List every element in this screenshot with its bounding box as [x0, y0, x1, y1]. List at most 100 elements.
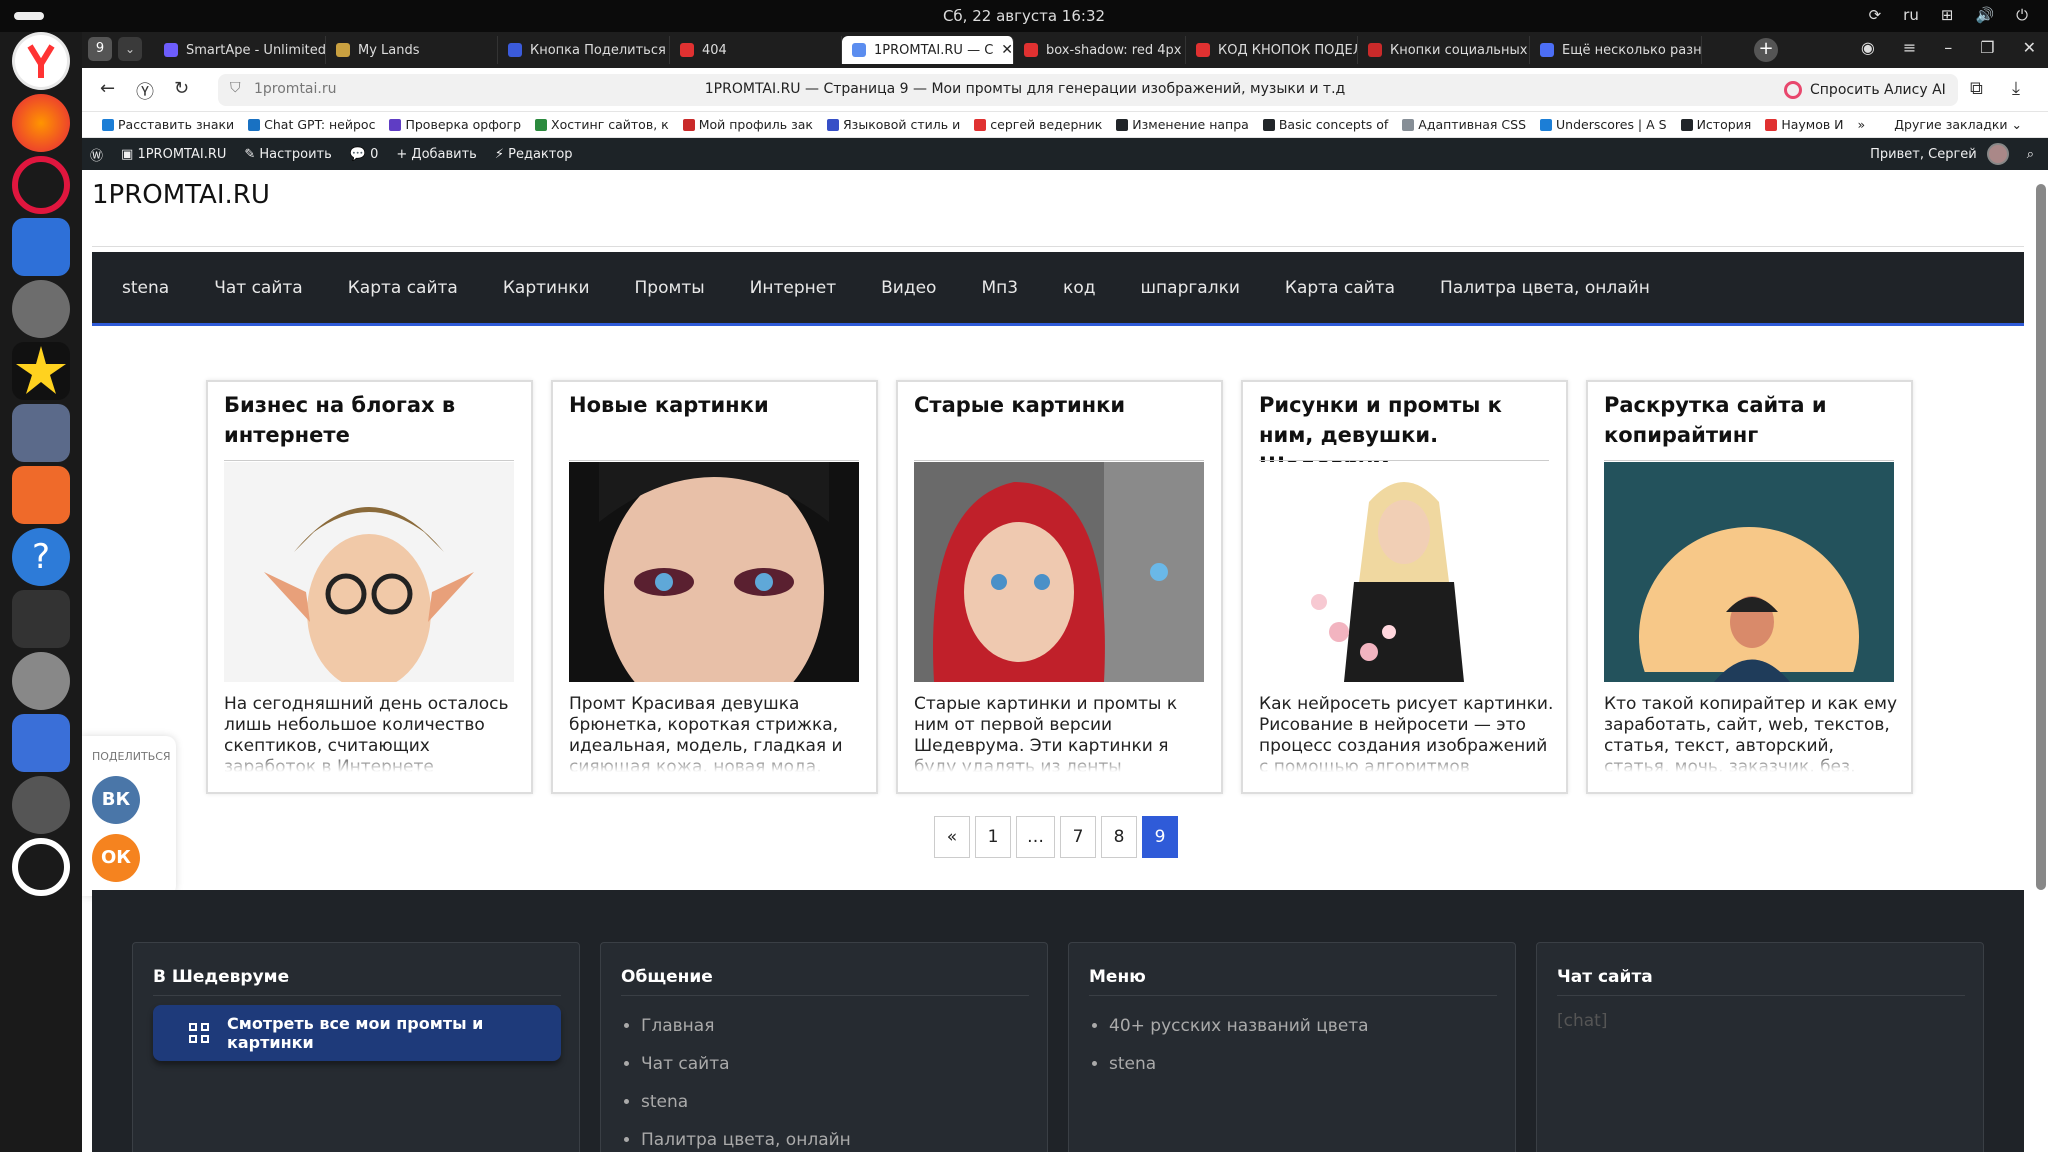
site-title[interactable]: 1PROMTAI.RU — [92, 180, 270, 210]
tab-social-buttons[interactable]: Кнопки социальных с — [1358, 36, 1530, 64]
post-thumbnail[interactable] — [914, 462, 1204, 682]
app-center-icon[interactable] — [12, 466, 70, 524]
language-indicator[interactable]: ru — [1903, 6, 1919, 24]
bookmark-item[interactable]: История — [1680, 117, 1751, 132]
bookmark-item[interactable]: Изменение напра — [1116, 117, 1249, 132]
ubuntu-apps-icon[interactable] — [12, 838, 70, 896]
close-icon[interactable]: ✕ — [1001, 42, 1013, 58]
nav-item-cheatsheets[interactable]: шпаргалки — [1140, 278, 1239, 298]
wp-add-link[interactable]: + Добавить — [396, 147, 476, 162]
prev-page-button[interactable]: « — [934, 816, 970, 858]
help-icon[interactable]: ? — [12, 528, 70, 586]
nav-item-video[interactable]: Видео — [881, 278, 936, 298]
menu-icon[interactable]: ≡ — [1903, 38, 1916, 57]
tab-share-button[interactable]: Кнопка Поделиться В — [498, 36, 670, 64]
tab-share-code[interactable]: КОД КНОПОК ПОДЕЛ — [1186, 36, 1358, 64]
nav-item-sitemap-2[interactable]: Карта сайта — [1285, 278, 1395, 298]
footer-link-home[interactable]: Главная — [641, 1007, 851, 1045]
terminal-icon[interactable] — [12, 590, 70, 648]
more-bookmarks-icon[interactable]: » — [1858, 117, 1866, 132]
nav-item-chat[interactable]: Чат сайта — [214, 278, 303, 298]
post-thumbnail[interactable] — [569, 462, 859, 722]
ok-share-button[interactable]: ОК — [92, 834, 140, 882]
bookmark-item[interactable]: Проверка орфогр — [389, 117, 521, 132]
bookmark-item[interactable]: Хостинг сайтов, к — [535, 117, 669, 132]
post-thumbnail[interactable] — [1259, 462, 1549, 682]
collections-icon[interactable]: ⧉ — [1970, 78, 1983, 99]
text-editor-icon[interactable] — [12, 218, 70, 276]
address-bar[interactable]: ⛉ 1promtai.ru 1PROMTAI.RU — Страница 9 —… — [218, 74, 1832, 106]
wp-comments-link[interactable]: 💬 0 — [350, 147, 379, 162]
nav-item-internet[interactable]: Интернет — [750, 278, 836, 298]
view-all-prompts-button[interactable]: Смотреть все мои промты и картинки — [153, 1005, 561, 1061]
files-icon[interactable] — [12, 404, 70, 462]
search-icon[interactable]: ⌕ — [2027, 147, 2034, 162]
post-card[interactable]: Рисунки и промты к ним, девушки. Шедевру… — [1241, 380, 1568, 794]
bookmark-item[interactable]: Языковой стиль и — [827, 117, 960, 132]
bookmark-item[interactable]: Наумов И — [1765, 117, 1844, 132]
yandex-browser-icon[interactable] — [12, 32, 70, 90]
wordpress-icon[interactable]: Ⓦ — [90, 145, 103, 164]
bookmark-item[interactable]: Chat GPT: нейрос — [248, 117, 375, 132]
bookmark-item[interactable]: Мой профиль зак — [682, 117, 813, 132]
nav-item-pictures[interactable]: Картинки — [503, 278, 590, 298]
tab-my-lands[interactable]: My Lands — [326, 36, 498, 64]
post-card[interactable]: Раскрутка сайта и копирайтинг Кто такой … — [1586, 380, 1913, 794]
ask-alisa-button[interactable]: Спросить Алису AI — [1772, 74, 1958, 106]
post-card[interactable]: Новые картинки Промт Красивая девушка бр… — [551, 380, 878, 794]
bookmark-item[interactable]: сергей ведерник — [974, 117, 1102, 132]
volume-icon[interactable]: 🔊 — [1975, 6, 1994, 24]
wp-site-link[interactable]: ▣ 1PROMTAI.RU — [121, 147, 226, 162]
nav-item-stena[interactable]: stena — [122, 278, 169, 298]
tab-box-shadow[interactable]: box-shadow: red 4px — [1014, 36, 1186, 64]
scrollbar[interactable] — [2036, 184, 2046, 890]
power-icon[interactable]: ⏻ — [2016, 6, 2028, 24]
wp-editor-link[interactable]: ⚡ Редактор — [495, 147, 573, 162]
profile-avatar[interactable]: ◉ — [1861, 38, 1875, 57]
nav-item-palette[interactable]: Палитра цвета, онлайн — [1440, 278, 1650, 298]
page-9-current[interactable]: 9 — [1142, 816, 1178, 858]
footer-link-stena[interactable]: stena — [641, 1083, 851, 1121]
tab-counter[interactable]: 9 — [88, 37, 112, 61]
yandex-icon[interactable]: Ⓨ — [136, 78, 154, 104]
bookmark-item[interactable]: Адаптивная CSS — [1402, 117, 1526, 132]
page-8-button[interactable]: 8 — [1101, 816, 1137, 858]
page-1-button[interactable]: 1 — [975, 816, 1011, 858]
post-card[interactable]: Старые картинки Старые картинки и промты… — [896, 380, 1223, 794]
minimize-button[interactable]: – — [1944, 38, 1952, 57]
post-title[interactable]: Раскрутка сайта и копирайтинг — [1604, 390, 1894, 450]
opera-icon[interactable] — [12, 156, 70, 214]
chevron-down-icon[interactable]: ⌄ — [118, 37, 142, 61]
gimp-icon[interactable] — [12, 280, 70, 338]
downloads-icon[interactable]: ⤓ — [2012, 78, 2020, 99]
inkscape-icon[interactable] — [12, 342, 70, 400]
vk-share-button[interactable]: ВК — [92, 776, 140, 824]
tab-1promtai[interactable]: 1PROMTAI.RU — С ✕ — [842, 36, 1014, 64]
clock[interactable]: Сб, 22 августа 16:32 — [0, 7, 2048, 25]
footer-link-color-names[interactable]: 40+ русских названий цвета — [1109, 1007, 1369, 1045]
avatar[interactable] — [1986, 143, 2009, 165]
post-title[interactable]: Новые картинки — [569, 390, 859, 420]
back-icon[interactable]: ← — [100, 78, 115, 99]
wp-greeting[interactable]: Привет, Сергей — [1870, 147, 1977, 162]
firefox-icon[interactable] — [12, 94, 70, 152]
nav-item-code[interactable]: код — [1063, 278, 1095, 298]
new-tab-button[interactable]: + — [1754, 38, 1778, 62]
footer-link-palette[interactable]: Палитра цвета, онлайн — [641, 1121, 851, 1152]
nav-item-mp3[interactable]: Мп3 — [981, 278, 1018, 298]
nav-item-prompts[interactable]: Промты — [635, 278, 705, 298]
footer-link-stena[interactable]: stena — [1109, 1045, 1369, 1083]
page-7-button[interactable]: 7 — [1060, 816, 1096, 858]
tab-404[interactable]: 404 — [670, 36, 842, 64]
bookmark-item[interactable]: Расставить знаки — [102, 117, 234, 132]
close-window-button[interactable]: ✕ — [2023, 38, 2036, 57]
post-thumbnail[interactable] — [224, 462, 514, 690]
disk-icon[interactable] — [12, 652, 70, 710]
other-bookmarks[interactable]: Другие закладки ⌄ — [1894, 117, 2022, 132]
post-card[interactable]: Бизнес на блогах в интернете На сегодняш… — [206, 380, 533, 794]
optical-drive-icon[interactable] — [12, 776, 70, 834]
tab-smartape[interactable]: SmartApe - Unlimited — [154, 36, 326, 64]
post-title[interactable]: Бизнес на блогах в интернете — [224, 390, 514, 450]
screenshot-icon[interactable] — [12, 714, 70, 772]
footer-link-chat[interactable]: Чат сайта — [641, 1045, 851, 1083]
